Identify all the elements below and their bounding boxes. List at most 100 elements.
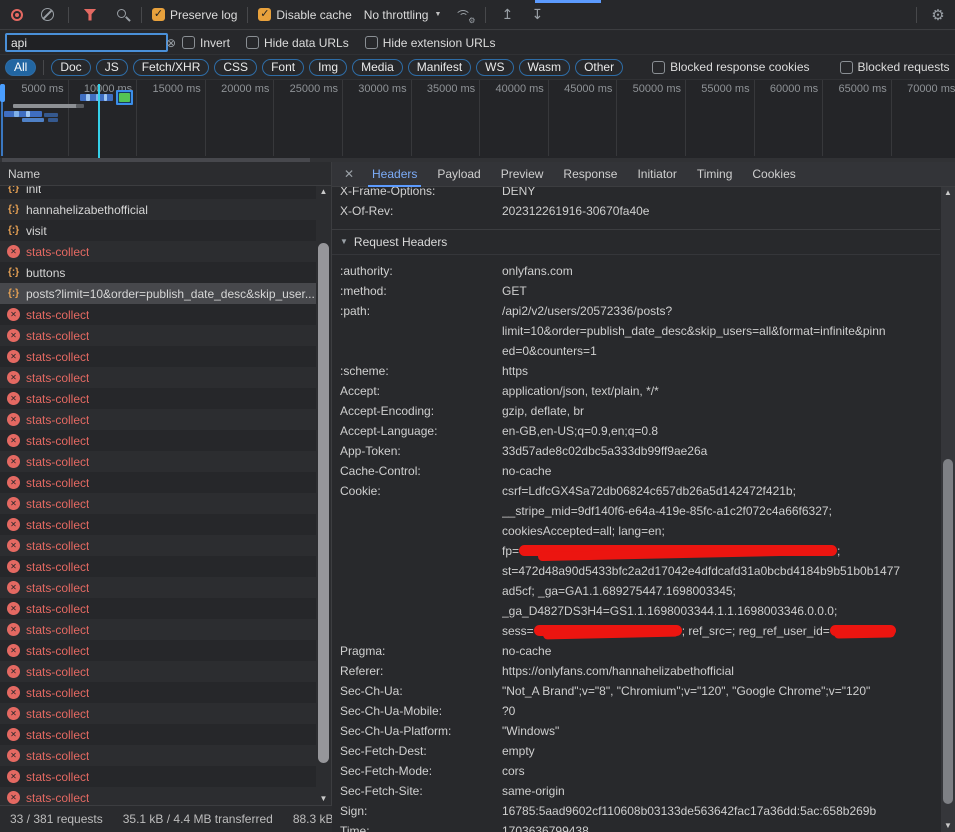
request-row[interactable]: ✕stats-collect (0, 304, 317, 325)
request-headers-section[interactable]: ▼Request Headers (332, 229, 940, 255)
type-filter-media[interactable]: Media (352, 59, 403, 76)
throttling-select[interactable]: No throttling ▼ (360, 8, 446, 22)
request-row[interactable]: ✕stats-collect (0, 514, 317, 535)
clear-button[interactable] (36, 4, 58, 26)
filter-checkbox-invert[interactable]: Invert (182, 36, 230, 50)
header-value-line: en-GB,en-US;q=0.9,en;q=0.8 (502, 421, 940, 441)
overview-tick: 30000 ms (343, 80, 412, 156)
request-row[interactable]: ✕stats-collect (0, 787, 317, 805)
import-har-button[interactable]: ↧ (526, 4, 548, 26)
filter-checkbox-blocked-requests[interactable]: Blocked requests (840, 60, 950, 74)
filter-icon (84, 9, 97, 21)
filter-input[interactable] (11, 36, 166, 50)
request-name: stats-collect (26, 476, 89, 490)
request-row[interactable]: ✕stats-collect (0, 724, 317, 745)
request-row[interactable]: {:}posts?limit=10&order=publish_date_des… (0, 283, 317, 304)
filter-toggle-button[interactable] (79, 4, 101, 26)
request-row[interactable]: ✕stats-collect (0, 766, 317, 787)
tab-initiator[interactable]: Initiator (627, 162, 686, 187)
tab-preview[interactable]: Preview (491, 162, 554, 187)
filter-checkbox-blocked-response-cookies[interactable]: Blocked response cookies (652, 60, 809, 74)
request-row[interactable]: ✕stats-collect (0, 325, 317, 346)
request-row[interactable]: ✕stats-collect (0, 682, 317, 703)
header-row: Accept:application/json, text/plain, */* (332, 381, 940, 401)
request-row[interactable]: {:}hannahelizabethofficial (0, 199, 317, 220)
request-row[interactable]: ✕stats-collect (0, 451, 317, 472)
record-button[interactable] (6, 4, 28, 26)
type-filter-wasm[interactable]: Wasm (519, 59, 571, 76)
resources-size: 88.3 kB (283, 812, 332, 826)
header-value-line: _ga_D4827DS3H4=GS1.1.1698003344.1.1.1698… (502, 601, 940, 621)
scroll-up-icon[interactable]: ▲ (316, 186, 331, 198)
request-row[interactable]: ✕stats-collect (0, 472, 317, 493)
close-icon[interactable]: ✕ (338, 167, 360, 181)
request-row[interactable]: ✕stats-collect (0, 493, 317, 514)
header-row: Sec-Ch-Ua-Platform:"Windows" (332, 721, 940, 741)
header-row: Pragma:no-cache (332, 641, 940, 661)
request-headers-list: :authority:onlyfans.com:method:GET:path:… (332, 255, 940, 832)
request-row[interactable]: ✕stats-collect (0, 409, 317, 430)
tab-cookies[interactable]: Cookies (742, 162, 805, 187)
detail-scrollbar[interactable]: ▲ ▼ (941, 187, 955, 832)
scroll-up-icon[interactable]: ▲ (941, 187, 955, 199)
request-name: stats-collect (26, 350, 89, 364)
type-filter-img[interactable]: Img (309, 59, 347, 76)
filter-checkbox-hide-extension-urls[interactable]: Hide extension URLs (365, 36, 496, 50)
request-row[interactable]: ✕stats-collect (0, 241, 317, 262)
request-row[interactable]: ✕stats-collect (0, 388, 317, 409)
request-row[interactable]: {:}init (0, 186, 317, 199)
checkbox-unchecked-icon (246, 36, 259, 49)
network-conditions-button[interactable]: ⚙ (453, 4, 475, 26)
header-name: :authority: (332, 261, 502, 281)
request-row[interactable]: {:}visit (0, 220, 317, 241)
request-name: init (26, 186, 41, 196)
request-row[interactable]: ✕stats-collect (0, 577, 317, 598)
search-button[interactable] (109, 4, 131, 26)
request-row[interactable]: ✕stats-collect (0, 346, 317, 367)
network-overview[interactable]: 5000 ms10000 ms15000 ms20000 ms25000 ms3… (0, 80, 955, 162)
request-row[interactable]: ✕stats-collect (0, 661, 317, 682)
request-row[interactable]: {:}buttons (0, 262, 317, 283)
type-filter-manifest[interactable]: Manifest (408, 59, 471, 76)
request-row[interactable]: ✕stats-collect (0, 598, 317, 619)
name-column-header[interactable]: Name (0, 162, 331, 186)
tab-timing[interactable]: Timing (687, 162, 743, 187)
preserve-log-checkbox[interactable]: ✓ Preserve log (152, 8, 237, 22)
request-row[interactable]: ✕stats-collect (0, 619, 317, 640)
filter-checkbox-hide-data-urls[interactable]: Hide data URLs (246, 36, 349, 50)
request-row[interactable]: ✕stats-collect (0, 745, 317, 766)
disable-cache-checkbox[interactable]: ✓ Disable cache (258, 8, 351, 22)
type-filter-css[interactable]: CSS (214, 59, 257, 76)
request-row[interactable]: ✕stats-collect (0, 535, 317, 556)
tab-payload[interactable]: Payload (427, 162, 490, 187)
type-filter-other[interactable]: Other (575, 59, 623, 76)
request-list-scrollbar[interactable]: ▲ ▼ (316, 186, 331, 805)
type-filter-ws[interactable]: WS (476, 59, 513, 76)
scrollbar-thumb[interactable] (943, 459, 953, 804)
request-row[interactable]: ✕stats-collect (0, 430, 317, 451)
request-row[interactable]: ✕stats-collect (0, 556, 317, 577)
scrollbar-thumb[interactable] (318, 243, 329, 763)
request-row[interactable]: ✕stats-collect (0, 640, 317, 661)
header-value: csrf=LdfcGX4Sa72db06824c657db26a5d142472… (502, 481, 940, 641)
export-har-button[interactable]: ↥ (496, 4, 518, 26)
type-filter-font[interactable]: Font (262, 59, 304, 76)
header-value: 33d57ade8c02dbc5a333db99ff9ae26a (502, 441, 940, 461)
type-filter-doc[interactable]: Doc (51, 59, 90, 76)
tab-response[interactable]: Response (553, 162, 627, 187)
filter-input-box[interactable]: ⊗ (5, 33, 168, 52)
scroll-down-icon[interactable]: ▼ (941, 820, 955, 832)
tab-headers[interactable]: Headers (362, 162, 427, 187)
header-name: Accept: (332, 381, 502, 401)
type-filter-fetch-xhr[interactable]: Fetch/XHR (133, 59, 210, 76)
overview-left-grip[interactable] (0, 84, 5, 102)
scroll-down-icon[interactable]: ▼ (316, 793, 331, 805)
request-row[interactable]: ✕stats-collect (0, 367, 317, 388)
type-filter-js[interactable]: JS (96, 59, 128, 76)
header-value: application/json, text/plain, */* (502, 381, 940, 401)
clear-filter-icon[interactable]: ⊗ (166, 37, 176, 49)
error-icon: ✕ (7, 413, 20, 426)
request-row[interactable]: ✕stats-collect (0, 703, 317, 724)
type-filter-all[interactable]: All (5, 59, 36, 76)
settings-button[interactable]: ⚙ (927, 4, 949, 26)
